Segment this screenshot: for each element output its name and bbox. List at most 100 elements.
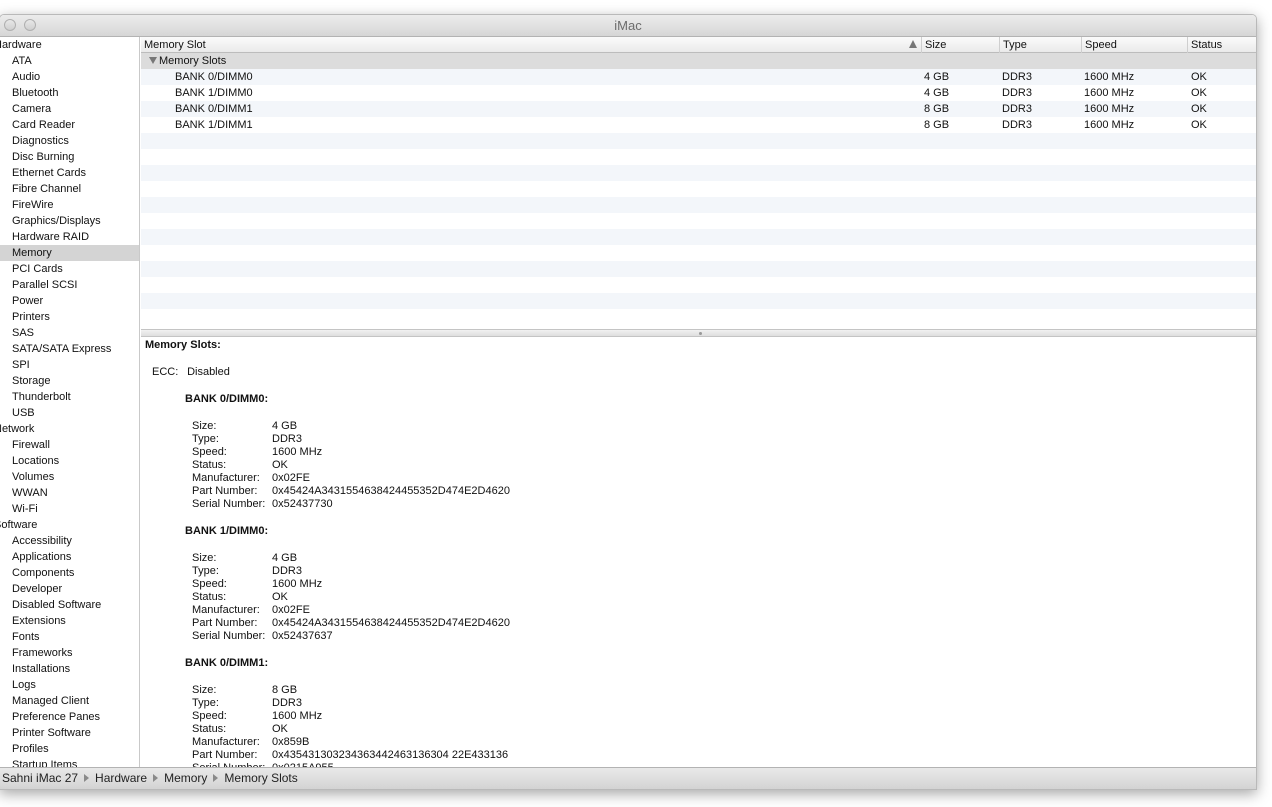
splitter-handle-icon [698,332,702,335]
table-cell: BANK 0/DIMM1 [175,103,253,115]
column-header-speed[interactable]: Speed [1081,37,1187,53]
property-value: OK [272,459,288,471]
sidebar-item-extensions[interactable]: Extensions [0,613,139,629]
sidebar-item-firewire[interactable]: FireWire [0,197,139,213]
property-key: Serial Number: [192,630,266,642]
table-row[interactable]: BANK 0/DIMM1 8 GB DDR3 1600 MHz OK [141,101,1256,117]
disclosure-triangle-icon[interactable] [149,57,157,64]
sidebar-item-installations[interactable]: Installations [0,661,139,677]
sidebar-item-printer-software[interactable]: Printer Software [0,725,139,741]
sidebar-item-power[interactable]: Power [0,293,139,309]
sidebar-item-pci-cards[interactable]: PCI Cards [0,261,139,277]
table-group-row[interactable]: Memory Slots [141,53,1256,69]
sidebar-item-audio[interactable]: Audio [0,69,139,85]
sidebar-item-locations[interactable]: Locations [0,453,139,469]
breadcrumb-item[interactable]: Hardware [95,771,147,785]
property-value: 0x435431303234363442463136304 22E433136 [272,749,509,761]
title-bar[interactable]: iMac [0,15,1256,37]
property-key: Manufacturer: [192,604,260,616]
property-key: Part Number: [192,485,258,497]
sidebar-item-spi[interactable]: SPI [0,357,139,373]
sidebar-item-hardware-raid[interactable]: Hardware RAID [0,229,139,245]
empty-table-row [141,277,1256,293]
column-header-type[interactable]: Type [999,37,1081,53]
bank-property: Speed: 1600 MHz [185,578,510,591]
sidebar-item-parallel-scsi[interactable]: Parallel SCSI [0,277,139,293]
table-cell: OK [1191,71,1207,83]
sidebar-item-usb[interactable]: USB [0,405,139,421]
column-header-status[interactable]: Status [1187,37,1256,53]
property-key: Manufacturer: [192,472,260,484]
table-row[interactable]: BANK 1/DIMM0 4 GB DDR3 1600 MHz OK [141,85,1256,101]
sidebar-item-diagnostics[interactable]: Diagnostics [0,133,139,149]
property-value: 0x45424A3431554638424455352D474E2D4620 [272,617,510,629]
property-value: 0x02FE [272,604,310,616]
sidebar-item-thunderbolt[interactable]: Thunderbolt [0,389,139,405]
sidebar-item-wwan[interactable]: WWAN [0,485,139,501]
sidebar-item-developer[interactable]: Developer [0,581,139,597]
breadcrumb-item[interactable]: Memory [164,771,207,785]
ecc-label: ECC: [152,366,179,378]
sidebar-item-accessibility[interactable]: Accessibility [0,533,139,549]
sidebar-item-storage[interactable]: Storage [0,373,139,389]
close-window-button[interactable] [4,19,16,31]
ecc-line: ECC: Disabled [152,366,230,378]
sidebar-item-disc-burning[interactable]: Disc Burning [0,149,139,165]
sidebar-item-sata-sata-express[interactable]: SATA/SATA Express [0,341,139,357]
breadcrumb-item[interactable]: Memory Slots [224,771,297,785]
sidebar-item-firewall[interactable]: Firewall [0,437,139,453]
sidebar-item-printers[interactable]: Printers [0,309,139,325]
sidebar-item-ata[interactable]: ATA [0,53,139,69]
property-value: 0x02FE [272,472,310,484]
sidebar-item-volumes[interactable]: Volumes [0,469,139,485]
property-value: 1600 MHz [272,578,323,590]
sidebar-item-camera[interactable]: Camera [0,101,139,117]
empty-table-row [141,229,1256,245]
sidebar-item-card-reader[interactable]: Card Reader [0,117,139,133]
sidebar-item-components[interactable]: Components [0,565,139,581]
table-row[interactable]: BANK 1/DIMM1 8 GB DDR3 1600 MHz OK [141,117,1256,133]
table-cell: BANK 1/DIMM1 [175,119,253,131]
column-header-size[interactable]: Size [921,37,999,53]
detail-heading: Memory Slots: [145,339,221,351]
sidebar-item-managed-client[interactable]: Managed Client [0,693,139,709]
sidebar-item-memory[interactable]: Memory [0,245,139,261]
sidebar-item-wi-fi[interactable]: Wi-Fi [0,501,139,517]
sidebar-item-frameworks[interactable]: Frameworks [0,645,139,661]
table-cell: 4 GB [924,71,950,83]
empty-table-row [141,309,1256,325]
table-cell: 8 GB [924,103,950,115]
sidebar-item-ethernet-cards[interactable]: Ethernet Cards [0,165,139,181]
minimize-window-button[interactable] [24,19,36,31]
sidebar-item-graphics-displays[interactable]: Graphics/Displays [0,213,139,229]
table-row[interactable]: BANK 0/DIMM0 4 GB DDR3 1600 MHz OK [141,69,1256,85]
sidebar-item-disabled-software[interactable]: Disabled Software [0,597,139,613]
property-key: Status: [192,591,227,603]
system-information-window: iMac HardwareATAAudioBluetoothCameraCard… [0,14,1257,790]
pane-splitter[interactable] [141,329,1256,337]
breadcrumb-item[interactable]: Sahni iMac 27 [2,771,78,785]
bank-property: Size: 4 GB [185,420,510,433]
table-cell: 1600 MHz [1084,71,1135,83]
sidebar-item-sas[interactable]: SAS [0,325,139,341]
sidebar-item-logs[interactable]: Logs [0,677,139,693]
sidebar-item-profiles[interactable]: Profiles [0,741,139,757]
sidebar-item-bluetooth[interactable]: Bluetooth [0,85,139,101]
bank-property: Manufacturer: 0x02FE [185,604,510,617]
sidebar-item-applications[interactable]: Applications [0,549,139,565]
sidebar-group-hardware[interactable]: Hardware [0,37,139,53]
column-header-memory-slot[interactable]: Memory Slot [141,37,921,53]
table-cell: 1600 MHz [1084,87,1135,99]
property-value: OK [272,723,288,735]
bank-property: Status: OK [185,459,510,472]
bank-property: Manufacturer: 0x02FE [185,472,510,485]
bank-property: Part Number: 0x45424A3431554638424455352D… [185,485,510,498]
sidebar-group-software[interactable]: Software [0,517,139,533]
sidebar-group-network[interactable]: Network [0,421,139,437]
table-cell: BANK 0/DIMM0 [175,71,253,83]
bank-property: Serial Number: 0x52437637 [185,630,510,643]
bank-property: Size: 8 GB [185,684,508,697]
sidebar-item-fibre-channel[interactable]: Fibre Channel [0,181,139,197]
sidebar-item-preference-panes[interactable]: Preference Panes [0,709,139,725]
sidebar-item-fonts[interactable]: Fonts [0,629,139,645]
